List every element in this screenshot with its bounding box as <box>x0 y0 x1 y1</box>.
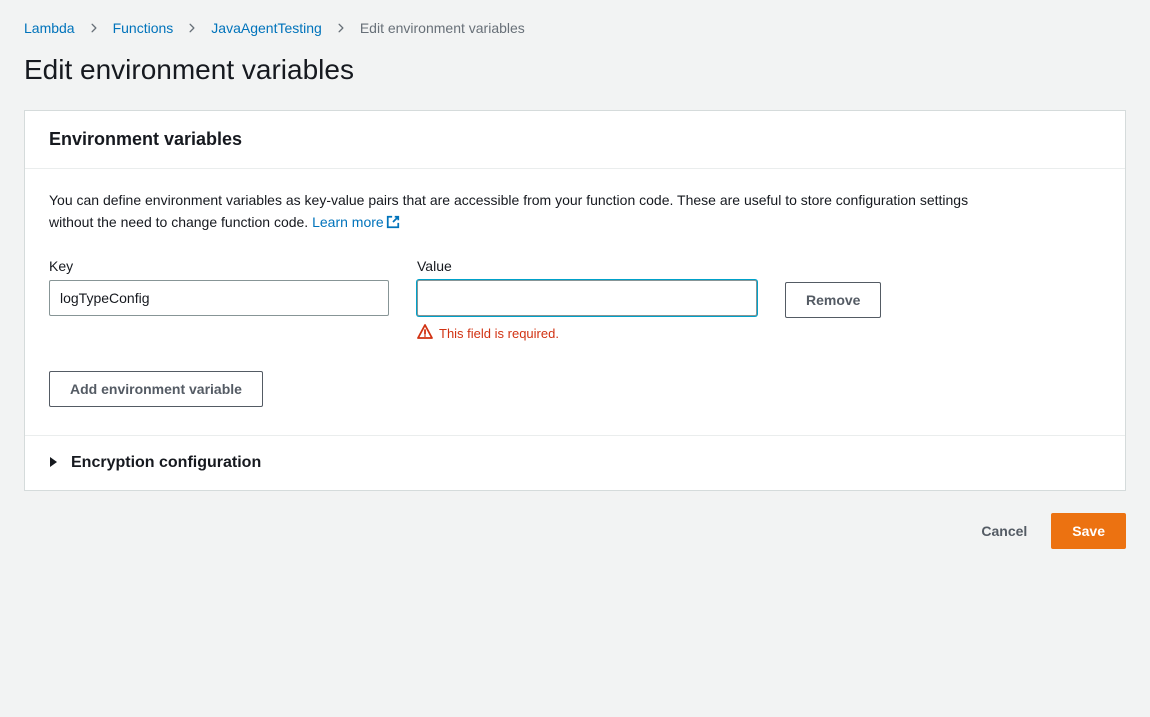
breadcrumb: Lambda Functions JavaAgentTesting Edit e… <box>24 20 1126 36</box>
panel-header: Environment variables <box>25 111 1125 169</box>
external-link-icon <box>386 215 400 229</box>
env-variables-panel: Environment variables You can define env… <box>24 110 1126 491</box>
learn-more-link[interactable]: Learn more <box>312 214 400 230</box>
remove-column: Remove <box>785 258 945 318</box>
description-text: You can define environment variables as … <box>49 192 968 230</box>
page-title: Edit environment variables <box>24 54 1126 86</box>
panel-description: You can define environment variables as … <box>49 189 1009 234</box>
key-input[interactable] <box>49 280 389 316</box>
breadcrumb-current: Edit environment variables <box>360 20 525 36</box>
chevron-right-icon <box>89 23 99 33</box>
encryption-configuration-section[interactable]: Encryption configuration <box>25 435 1125 490</box>
cancel-button[interactable]: Cancel <box>969 513 1039 549</box>
key-label: Key <box>49 258 389 274</box>
env-variable-row: Key Value This field is required. Remove <box>49 258 1101 343</box>
error-text: This field is required. <box>439 326 559 341</box>
chevron-right-icon <box>187 23 197 33</box>
value-input[interactable] <box>417 280 757 316</box>
breadcrumb-link-function-name[interactable]: JavaAgentTesting <box>211 20 322 36</box>
caret-right-icon <box>49 455 59 471</box>
panel-heading: Environment variables <box>49 129 1101 150</box>
breadcrumb-link-lambda[interactable]: Lambda <box>24 20 75 36</box>
breadcrumb-link-functions[interactable]: Functions <box>113 20 174 36</box>
save-button[interactable]: Save <box>1051 513 1126 549</box>
remove-button[interactable]: Remove <box>785 282 881 318</box>
value-field: Value This field is required. <box>417 258 757 343</box>
warning-icon <box>417 324 433 343</box>
encryption-title: Encryption configuration <box>71 454 261 472</box>
key-field: Key <box>49 258 389 316</box>
value-label: Value <box>417 258 757 274</box>
add-env-variable-button[interactable]: Add environment variable <box>49 371 263 407</box>
error-message: This field is required. <box>417 324 757 343</box>
chevron-right-icon <box>336 23 346 33</box>
learn-more-link-text: Learn more <box>312 214 384 230</box>
footer-actions: Cancel Save <box>24 513 1126 549</box>
